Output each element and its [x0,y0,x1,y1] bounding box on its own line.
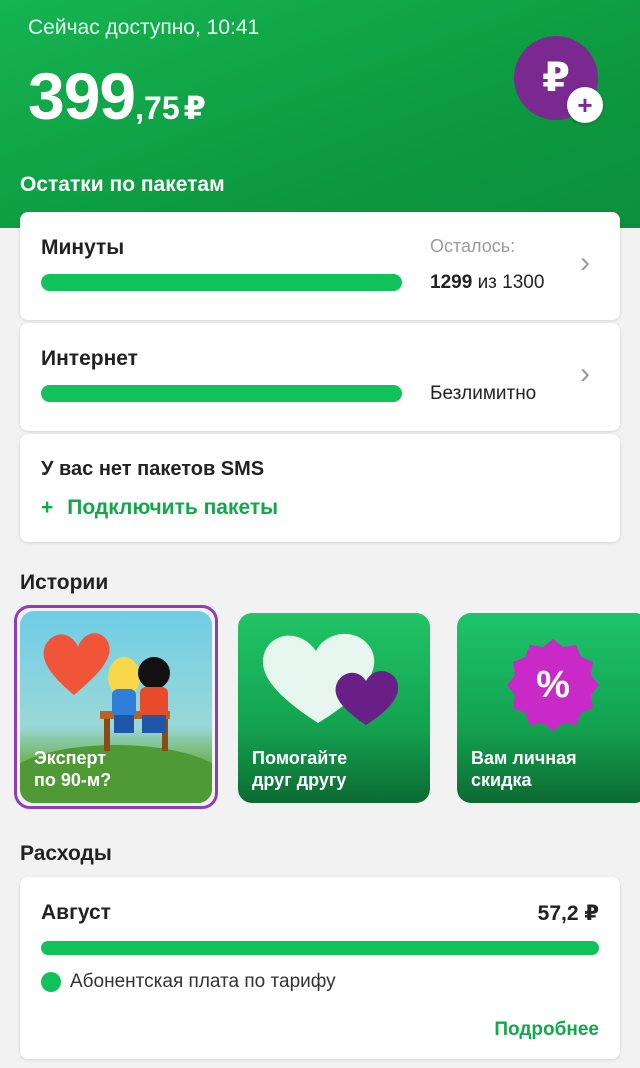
internet-value: Безлимитно [430,383,537,404]
internet-progress-bar [41,385,402,402]
expenses-bar [41,941,599,955]
story-card-2[interactable]: Помогайте друг другу [238,613,430,803]
ruble-icon: ₽ [542,56,570,100]
balance-integer: 399 [28,59,136,133]
topup-plus-icon[interactable]: + [567,87,603,123]
story-card-1[interactable]: Эксперт по 90-м? [20,611,212,803]
chevron-right-icon: › [580,246,590,279]
expenses-month: Август [41,901,111,924]
legend-dot-icon [41,972,61,992]
add-packages-label: Подключить пакеты [67,496,279,519]
story-label-2: Помогайте друг другу [252,748,348,790]
chevron-right-icon: › [580,357,590,390]
stories-title: Истории [20,571,109,594]
svg-text:%: % [536,664,570,706]
availability-text: Сейчас доступно, 10:41 [28,16,260,39]
minutes-progress-bar [41,274,402,291]
minutes-of: из [477,272,497,293]
expenses-sum: 57,2 ₽ [537,902,599,925]
sms-card: У вас нет пакетов SMS + Подключить пакеты [20,434,620,542]
story-card-3[interactable]: % Вам личная скидка [457,613,640,803]
add-packages-link[interactable]: + Подключить пакеты [41,496,278,520]
minutes-used: 1299 [430,272,473,293]
minutes-total: 1300 [502,272,545,293]
sms-title: У вас нет пакетов SMS [41,458,265,480]
more-link[interactable]: Подробнее [494,1019,599,1041]
minutes-card[interactable]: Минуты Осталось: 1299 из 1300 › [20,212,620,320]
minutes-remaining-label: Осталось: [430,236,516,256]
story-label-1: Эксперт по 90-м? [34,748,112,790]
balance-currency: ₽ [183,90,206,126]
expenses-item-label: Абонентская плата по тарифу [70,971,336,992]
expenses-title: Расходы [20,842,112,865]
story-label-3: Вам личная скидка [471,748,577,790]
packages-title: Остатки по пакетам [20,173,225,196]
internet-card[interactable]: Интернет Безлимитно › [20,323,620,431]
plus-icon: + [41,496,54,519]
minutes-remaining-value: 1299 из 1300 [430,272,544,294]
internet-title: Интернет [41,347,138,370]
expenses-card: Август 57,2 ₽ Абонентская плата по тариф… [20,877,620,1059]
balance-amount: 399,75 ₽ [28,58,206,134]
balance-fraction: ,75 [135,90,180,126]
minutes-title: Минуты [41,236,125,259]
